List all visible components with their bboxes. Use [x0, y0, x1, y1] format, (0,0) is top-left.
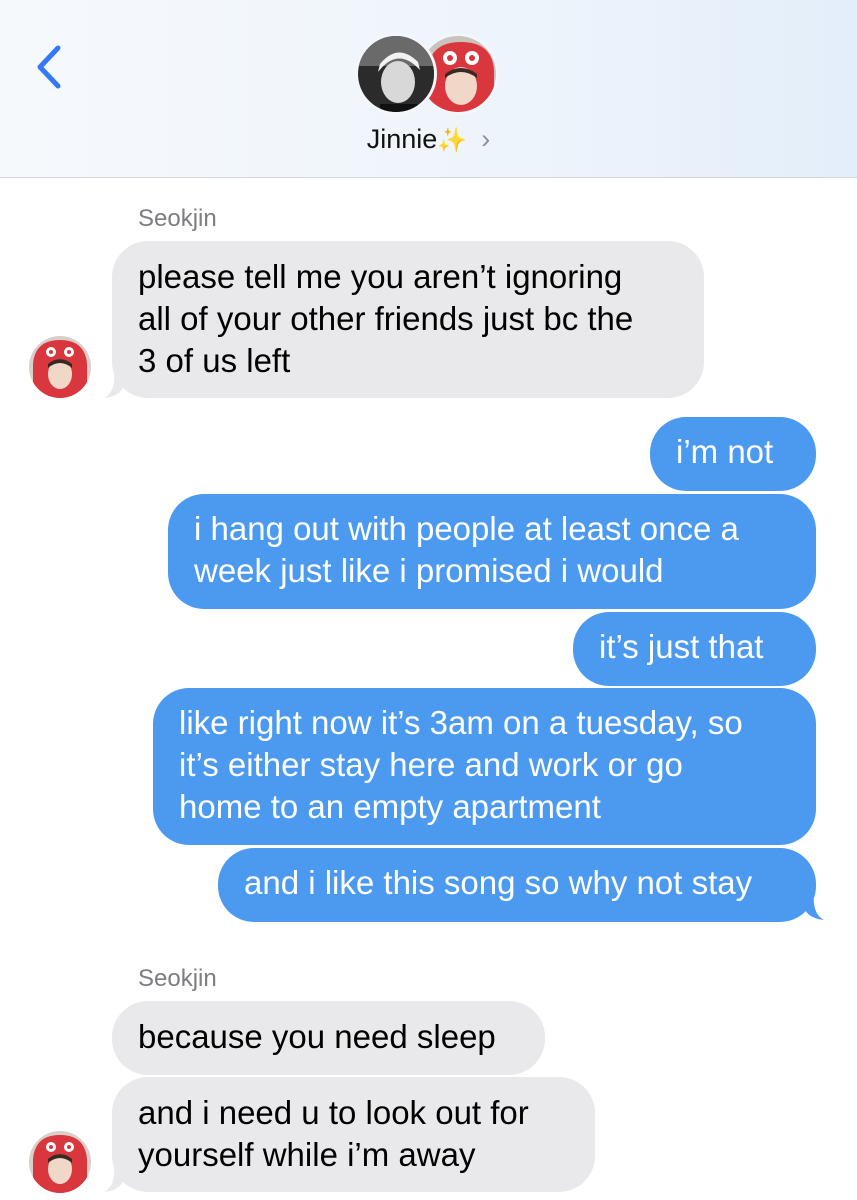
avatar: [355, 33, 437, 115]
bubble-tail: [104, 1164, 124, 1192]
contact-name-row[interactable]: Jinnie✨ ›: [0, 124, 857, 155]
message-line: and i need u to look out for: [138, 1094, 529, 1131]
chevron-left-icon: [37, 45, 61, 89]
chevron-right-icon: ›: [481, 124, 491, 154]
bubble-tail: [804, 892, 824, 920]
message-line: because you need sleep: [138, 1018, 496, 1055]
message-line: please tell me you aren’t ignoring: [138, 258, 623, 295]
outgoing-message[interactable]: i hang out with people at least once a w…: [168, 494, 816, 609]
message-line: all of your other friends just bc the: [138, 300, 634, 337]
incoming-message[interactable]: please tell me you aren’t ignoring all o…: [112, 241, 704, 398]
conversation-header: Jinnie✨ ›: [0, 0, 857, 178]
outgoing-message[interactable]: and i like this song so why not stay: [218, 848, 816, 922]
avatar[interactable]: [29, 1131, 91, 1193]
outgoing-message[interactable]: it’s just that: [573, 612, 816, 686]
group-avatars[interactable]: [355, 33, 505, 117]
message-line: week just like i promised i would: [194, 552, 664, 589]
avatar[interactable]: [29, 336, 91, 398]
message-line: 3 of us left: [138, 342, 291, 379]
bubble-tail: [104, 370, 124, 398]
message-line: i’m not: [676, 433, 774, 470]
incoming-message[interactable]: because you need sleep: [112, 1001, 545, 1075]
message-line: it’s just that: [599, 628, 764, 665]
message-line: it’s either stay here and work or go: [179, 746, 683, 783]
incoming-message[interactable]: and i need u to look out for yourself wh…: [112, 1077, 595, 1192]
sender-name: Seokjin: [138, 965, 217, 992]
message-line: and i like this song so why not stay: [244, 864, 753, 901]
message-line: home to an empty apartment: [179, 788, 601, 825]
message-line: like right now it’s 3am on a tuesday, so: [179, 704, 743, 741]
contact-name: Jinnie: [366, 124, 438, 154]
message-line: yourself while i’m away: [138, 1136, 476, 1173]
back-button[interactable]: [28, 40, 72, 94]
sparkles-icon: ✨: [437, 127, 468, 154]
outgoing-message[interactable]: like right now it’s 3am on a tuesday, so…: [153, 688, 816, 845]
sender-name: Seokjin: [138, 205, 217, 232]
message-line: i hang out with people at least once a: [194, 510, 739, 547]
outgoing-message[interactable]: i’m not: [650, 417, 816, 491]
